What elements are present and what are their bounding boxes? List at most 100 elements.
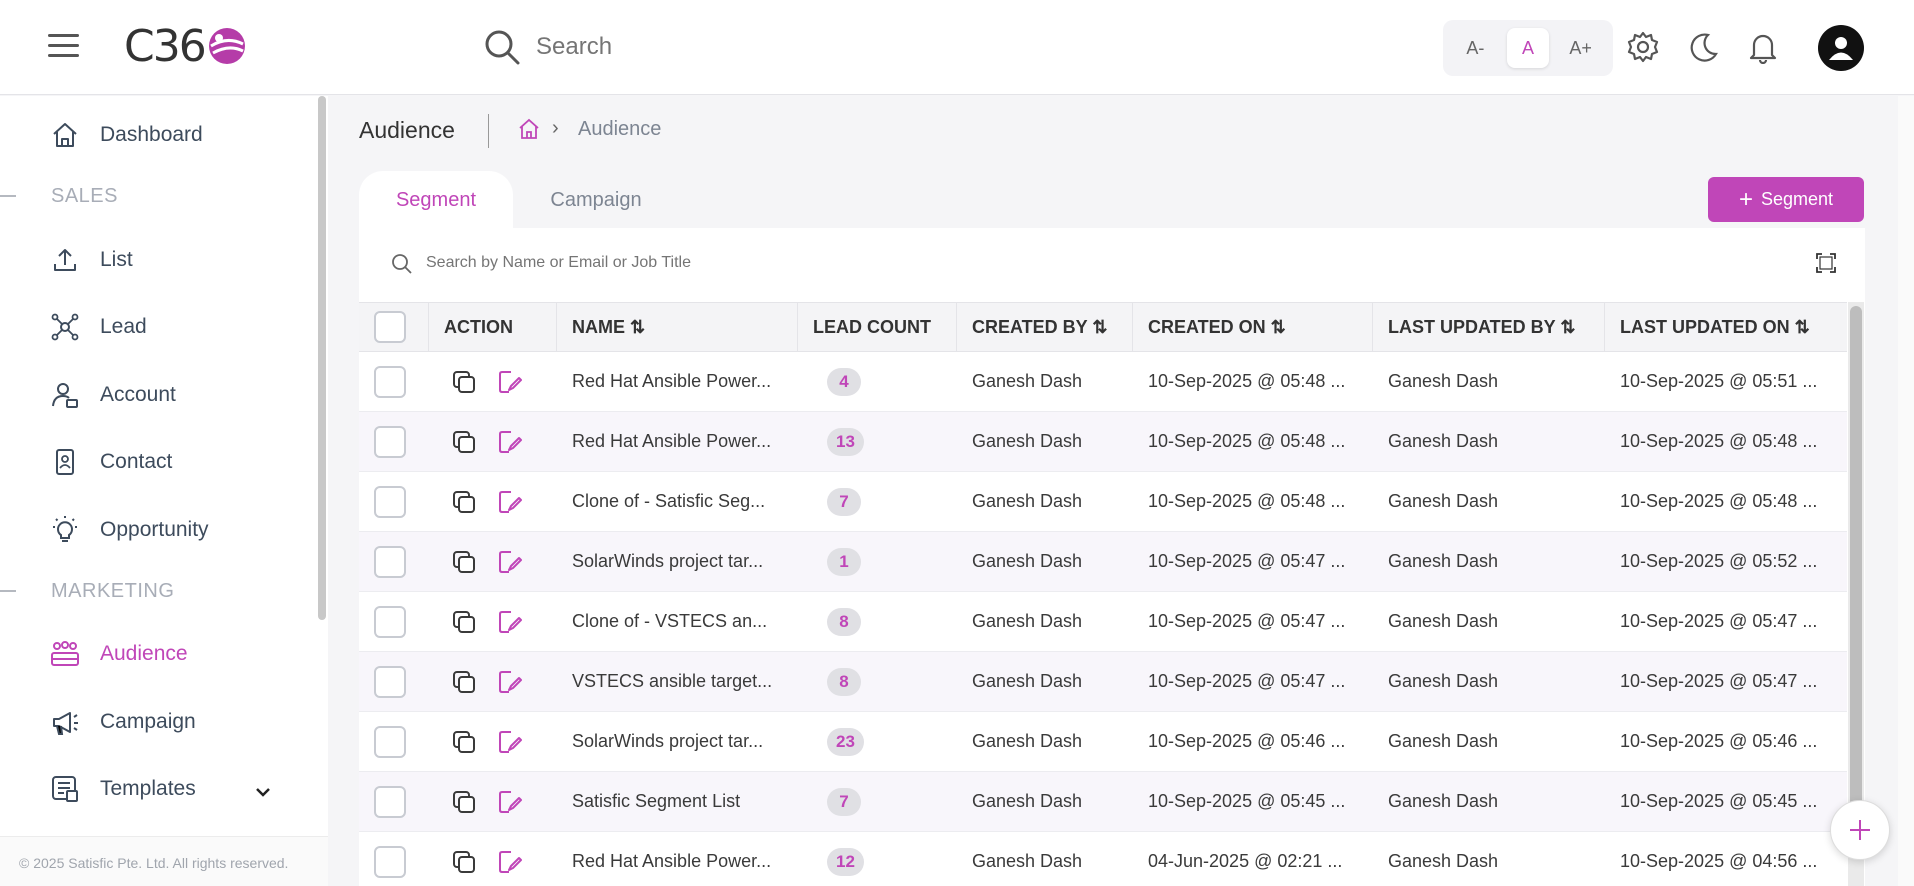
avatar[interactable] bbox=[1818, 25, 1864, 71]
copy-icon[interactable] bbox=[451, 489, 477, 515]
lightbulb-icon bbox=[53, 516, 77, 542]
copy-icon[interactable] bbox=[451, 429, 477, 455]
fullscreen-icon[interactable] bbox=[1814, 251, 1838, 275]
edit-icon[interactable] bbox=[497, 729, 523, 755]
created-on: 10-Sep-2025 @ 05:47 ... bbox=[1148, 671, 1346, 691]
user-icon bbox=[1829, 37, 1853, 60]
lead-count-cell: 4 bbox=[798, 352, 957, 411]
edit-icon[interactable] bbox=[497, 489, 523, 515]
edit-icon[interactable] bbox=[497, 789, 523, 815]
font-decrease-button[interactable]: A- bbox=[1454, 28, 1496, 68]
lead-count-badge: 8 bbox=[827, 667, 861, 696]
page-scrollbar[interactable] bbox=[1898, 96, 1914, 886]
row-checkbox[interactable] bbox=[374, 845, 406, 878]
fab-add-button[interactable] bbox=[1830, 800, 1890, 860]
table-row[interactable]: Satisfic Segment List 7 Ganesh Dash 10-Sep-… bbox=[359, 772, 1847, 832]
table-row[interactable]: Clone of - VSTECS an... 8 Ganesh Dash 10-Se… bbox=[359, 592, 1847, 652]
add-segment-button[interactable]: + Segment bbox=[1708, 177, 1864, 222]
select-all-checkbox[interactable] bbox=[374, 311, 406, 343]
column-header-created-by[interactable]: CREATED BY ⇅ bbox=[957, 303, 1133, 351]
column-header-action: ACTION bbox=[429, 303, 557, 351]
table-row[interactable]: Red Hat Ansible Power... 13 Ganesh Dash 10-… bbox=[359, 412, 1847, 472]
segment-name[interactable]: SolarWinds project tar... bbox=[557, 532, 798, 591]
column-header-created-on[interactable]: CREATED ON ⇅ bbox=[1133, 303, 1373, 351]
gear-icon[interactable] bbox=[1626, 30, 1660, 64]
sidebar-item-account[interactable]: Account bbox=[50, 380, 176, 410]
search-icon[interactable] bbox=[482, 27, 522, 67]
copy-icon[interactable] bbox=[451, 729, 477, 755]
column-header-last-updated-by[interactable]: LAST UPDATED BY ⇅ bbox=[1373, 303, 1605, 351]
edit-icon[interactable] bbox=[497, 549, 523, 575]
row-checkbox[interactable] bbox=[374, 485, 406, 518]
menu-icon[interactable] bbox=[48, 34, 79, 58]
moon-icon[interactable] bbox=[1686, 30, 1720, 64]
row-checkbox[interactable] bbox=[374, 365, 406, 398]
sidebar-item-lead[interactable]: Lead bbox=[50, 312, 147, 342]
row-checkbox[interactable] bbox=[374, 665, 406, 698]
table-search-input[interactable] bbox=[426, 254, 1026, 272]
sidebar-item-opportunity[interactable]: Opportunity bbox=[50, 515, 209, 545]
sidebar-item-list[interactable]: List bbox=[50, 245, 133, 275]
edit-icon[interactable] bbox=[497, 849, 523, 875]
breadcrumb-home-icon[interactable] bbox=[518, 118, 540, 140]
copy-icon[interactable] bbox=[451, 849, 477, 875]
copy-icon[interactable] bbox=[451, 609, 477, 635]
table-row[interactable]: SolarWinds project tar... 1 Ganesh Dash 10-… bbox=[359, 532, 1847, 592]
table-header: ACTION NAME ⇅ LEAD COUNT CREATED BY ⇅ CR… bbox=[359, 302, 1847, 352]
copy-icon[interactable] bbox=[451, 669, 477, 695]
table-row[interactable]: Clone of - Satisfic Seg... 7 Ganesh Dash 10… bbox=[359, 472, 1847, 532]
logo[interactable]: C36 bbox=[124, 21, 247, 72]
edit-icon[interactable] bbox=[497, 669, 523, 695]
row-checkbox[interactable] bbox=[374, 725, 406, 758]
row-actions bbox=[429, 832, 557, 886]
copy-icon[interactable] bbox=[451, 369, 477, 395]
edit-icon[interactable] bbox=[497, 369, 523, 395]
table-scrollbar[interactable] bbox=[1848, 302, 1864, 886]
row-checkbox[interactable] bbox=[374, 785, 406, 818]
created-on: 10-Sep-2025 @ 05:48 ... bbox=[1148, 431, 1346, 451]
sidebar-item-contact[interactable]: Contact bbox=[50, 447, 172, 477]
last-updated-by: Ganesh Dash bbox=[1388, 611, 1499, 631]
sidebar-item-audience[interactable]: Audience bbox=[50, 639, 188, 669]
copy-icon[interactable] bbox=[451, 549, 477, 575]
tab-segment[interactable]: Segment bbox=[359, 171, 513, 229]
table-row[interactable]: VSTECS ansible target... 8 Ganesh Dash 10-S… bbox=[359, 652, 1847, 712]
global-search-input[interactable] bbox=[536, 33, 936, 61]
segment-name[interactable]: VSTECS ansible target... bbox=[557, 652, 798, 711]
segment-name[interactable]: Red Hat Ansible Power... bbox=[557, 832, 798, 886]
last-updated-on: 10-Sep-2025 @ 05:48 ... bbox=[1620, 491, 1818, 511]
megaphone-icon bbox=[53, 712, 78, 735]
font-increase-button[interactable]: A+ bbox=[1560, 28, 1602, 68]
column-header-last-updated-on[interactable]: LAST UPDATED ON ⇅ bbox=[1605, 303, 1847, 351]
chevron-down-icon[interactable] bbox=[252, 781, 274, 803]
last-updated-on: 10-Sep-2025 @ 05:48 ... bbox=[1620, 431, 1818, 451]
edit-icon[interactable] bbox=[497, 609, 523, 635]
tab-campaign[interactable]: Campaign bbox=[513, 171, 679, 229]
sidebar-scrollbar[interactable] bbox=[318, 96, 326, 620]
sidebar-item-campaign[interactable]: Campaign bbox=[50, 707, 196, 737]
sidebar-item-templates[interactable]: Templates bbox=[50, 774, 196, 804]
table-row[interactable]: Red Hat Ansible Power... 12 Ganesh Dash 04-… bbox=[359, 832, 1847, 886]
copy-icon[interactable] bbox=[451, 789, 477, 815]
top-header: C36 A- A A+ bbox=[0, 0, 1914, 95]
segment-name[interactable]: Satisfic Segment List bbox=[557, 772, 798, 831]
font-normal-button[interactable]: A bbox=[1506, 28, 1549, 68]
table-body: Red Hat Ansible Power... 4 Ganesh Dash 10-S… bbox=[359, 352, 1847, 886]
table-row[interactable]: Red Hat Ansible Power... 4 Ganesh Dash 10-S… bbox=[359, 352, 1847, 412]
lead-count-badge: 13 bbox=[827, 427, 864, 456]
row-checkbox[interactable] bbox=[374, 425, 406, 458]
row-checkbox[interactable] bbox=[374, 545, 406, 578]
last-updated-on: 10-Sep-2025 @ 04:56 ... bbox=[1620, 851, 1818, 871]
segment-name[interactable]: Clone of - VSTECS an... bbox=[557, 592, 798, 651]
edit-icon[interactable] bbox=[497, 429, 523, 455]
bell-icon[interactable] bbox=[1746, 30, 1780, 64]
segment-name[interactable]: Red Hat Ansible Power... bbox=[557, 352, 798, 411]
row-checkbox[interactable] bbox=[374, 605, 406, 638]
segment-name[interactable]: Red Hat Ansible Power... bbox=[557, 412, 798, 471]
created-by: Ganesh Dash bbox=[972, 731, 1083, 751]
segment-name[interactable]: Clone of - Satisfic Seg... bbox=[557, 472, 798, 531]
sidebar-item-dashboard[interactable]: Dashboard bbox=[50, 120, 203, 150]
table-row[interactable]: SolarWinds project tar... 23 Ganesh Dash 10… bbox=[359, 712, 1847, 772]
column-header-name[interactable]: NAME ⇅ bbox=[557, 303, 798, 351]
segment-name[interactable]: SolarWinds project tar... bbox=[557, 712, 798, 771]
